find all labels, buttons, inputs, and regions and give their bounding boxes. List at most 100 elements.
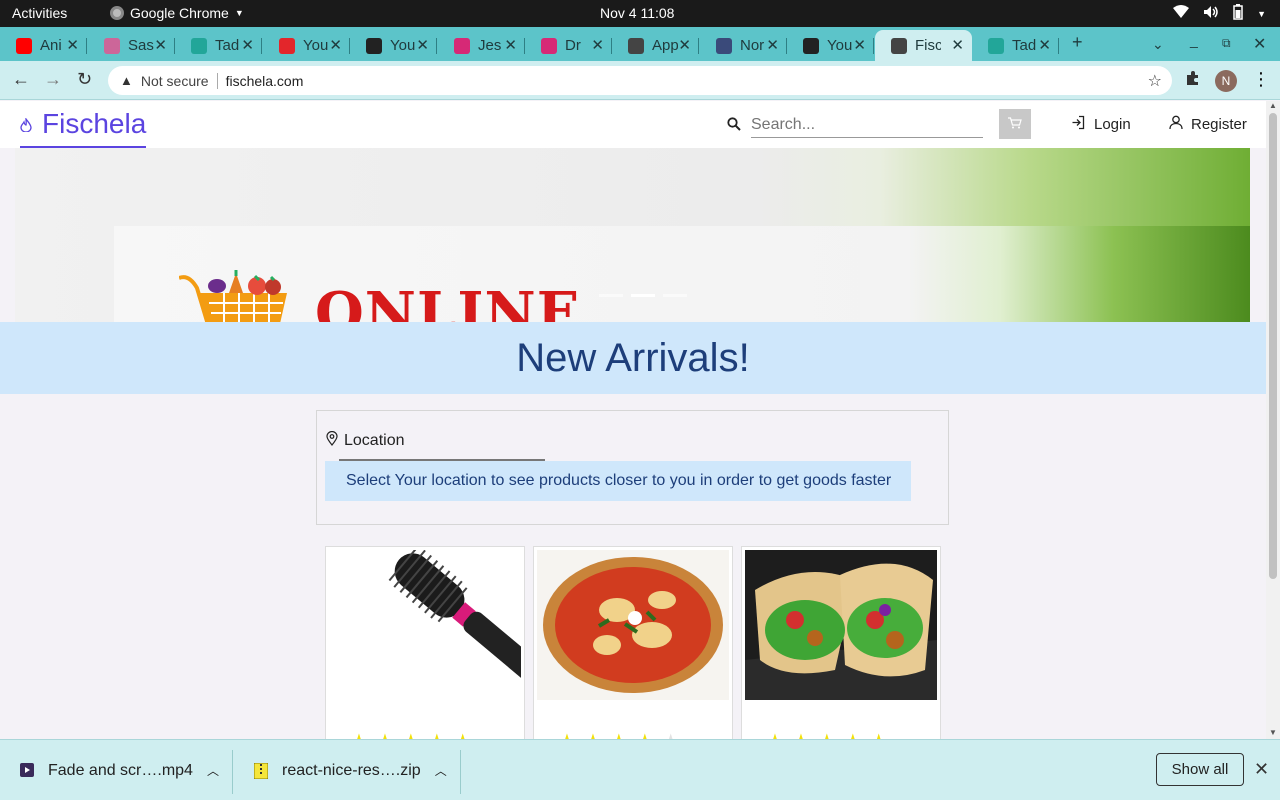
search-input[interactable] <box>751 112 983 138</box>
tab-search-chevron-icon[interactable]: ⌄ <box>1152 36 1164 53</box>
search-icon[interactable] <box>727 116 741 134</box>
site-navbar: Fischela Login Register <box>0 101 1266 148</box>
tab-title: Ani <box>40 37 62 54</box>
youtube-icon <box>16 37 32 54</box>
activities-button[interactable]: Activities <box>12 5 67 21</box>
close-tab-icon[interactable]: ✕ <box>416 36 429 54</box>
close-tab-icon[interactable]: ✕ <box>766 36 779 54</box>
brand-name: Fischela <box>42 107 147 139</box>
user-icon <box>1169 115 1183 134</box>
browser-tab[interactable]: Jes ✕ <box>438 30 525 61</box>
close-window-button[interactable]: ✕ <box>1253 34 1266 54</box>
globe-icon <box>628 37 644 54</box>
location-card: Location Select Your location to see pro… <box>316 410 949 525</box>
system-tray[interactable]: ▼ <box>1173 4 1266 23</box>
close-tab-icon[interactable]: ✕ <box>853 36 866 54</box>
browser-tab[interactable]: Tad ✕ <box>972 30 1059 61</box>
forward-arrow-icon[interactable]: → <box>44 69 62 90</box>
page-scrollbar[interactable]: ▲ ▼ <box>1266 101 1280 739</box>
power-menu-caret-icon: ▼ <box>1257 8 1266 19</box>
app-menu[interactable]: Google Chrome ▼ <box>110 5 244 21</box>
login-label: Login <box>1094 116 1131 133</box>
chevron-up-icon[interactable]: ︿ <box>435 762 447 779</box>
star-icon: ★ <box>454 729 472 739</box>
browser-tab[interactable]: You ✕ <box>350 30 437 61</box>
brand-link[interactable]: Fischela <box>20 101 147 148</box>
browser-tab[interactable]: App ✕ <box>612 30 699 61</box>
star-icon: ★ <box>558 729 576 739</box>
warning-triangle-icon[interactable]: ▲ <box>120 73 133 88</box>
restore-window-button[interactable]: ⧉ <box>1222 36 1231 51</box>
battery-icon <box>1233 4 1243 23</box>
kebab-menu-icon[interactable]: ⋮ <box>1252 69 1270 90</box>
minimize-window-button[interactable]: _ <box>1190 32 1198 48</box>
browser-tab[interactable]: Nor ✕ <box>700 30 787 61</box>
product-image-pizza[interactable] <box>537 550 729 700</box>
close-tab-icon[interactable]: ✕ <box>241 36 254 54</box>
security-label[interactable]: Not secure <box>141 73 209 89</box>
product-image-burrito-wrap[interactable] <box>745 550 937 700</box>
close-tab-icon[interactable]: ✕ <box>1038 36 1051 54</box>
close-tab-icon[interactable]: ✕ <box>329 36 342 54</box>
clock[interactable]: Nov 4 11:08 <box>600 5 674 21</box>
tab-title: App <box>652 37 678 54</box>
star-icon: ★ <box>610 729 628 739</box>
star-icon: ★ <box>376 729 394 739</box>
tab-title: Tad <box>1012 37 1037 54</box>
bookmark-star-icon[interactable]: ☆ <box>1148 71 1162 91</box>
close-tab-icon[interactable]: ✕ <box>951 36 964 54</box>
profile-avatar[interactable]: N <box>1215 70 1237 92</box>
browser-tab[interactable]: You ✕ <box>263 30 350 61</box>
browser-tab[interactable]: Tad ✕ <box>175 30 262 61</box>
sass-icon <box>104 37 120 54</box>
instagram-icon <box>541 37 557 54</box>
browser-tab[interactable]: Ani ✕ <box>0 30 87 61</box>
extensions-puzzle-icon[interactable] <box>1185 70 1201 91</box>
reload-icon[interactable]: ↻ <box>77 69 92 90</box>
close-tab-icon[interactable]: ✕ <box>154 36 167 54</box>
download-item[interactable]: Fade and scr….mp4 ︿ <box>20 740 233 800</box>
close-shelf-icon[interactable]: ✕ <box>1254 759 1269 780</box>
back-arrow-icon[interactable]: ← <box>12 69 30 90</box>
browser-tab[interactable]: Dr ✕ <box>525 30 612 61</box>
close-tab-icon[interactable]: ✕ <box>504 36 517 54</box>
download-filename: Fade and scr….mp4 <box>48 761 193 779</box>
close-tab-icon[interactable]: ✕ <box>591 36 604 54</box>
product-card[interactable]: ★ ★ ★ ★ ★ <box>533 546 733 739</box>
star-icon: ★ <box>428 729 446 739</box>
scrollbar-thumb[interactable] <box>1269 113 1277 579</box>
download-item[interactable]: react-nice-res….zip ︿ <box>253 740 461 800</box>
tab-title: Jes <box>478 37 502 54</box>
location-selector[interactable]: Location <box>326 430 405 451</box>
browser-tab[interactable]: Sas ✕ <box>88 30 175 61</box>
close-tab-icon[interactable]: ✕ <box>66 36 79 54</box>
cart-button[interactable] <box>999 109 1031 139</box>
wifi-icon <box>1173 5 1190 22</box>
login-link[interactable]: Login <box>1071 115 1131 134</box>
download-filename: react-nice-res….zip <box>282 761 421 779</box>
product-card[interactable]: ★ ★ ★ ★ ★ <box>741 546 941 739</box>
product-card[interactable]: ★ ★ ★ ★ ★ <box>325 546 525 739</box>
browser-tab[interactable]: You ✕ <box>787 30 874 61</box>
scroll-down-arrow-icon[interactable]: ▼ <box>1269 728 1277 737</box>
chevron-up-icon[interactable]: ︿ <box>207 762 219 779</box>
browser-tab[interactable]: Fisc ✕ <box>875 30 972 61</box>
tab-separator <box>86 38 87 54</box>
show-all-downloads-button[interactable]: Show all <box>1156 753 1244 786</box>
new-tab-button[interactable]: + <box>1072 32 1083 53</box>
product-image-hair-dryer-brush[interactable] <box>329 550 521 700</box>
close-tab-icon[interactable]: ✕ <box>678 36 691 54</box>
tab-title: Fisc <box>915 37 941 54</box>
star-icon: ★ <box>636 729 654 739</box>
carousel-indicator[interactable] <box>599 294 623 297</box>
scroll-up-arrow-icon[interactable]: ▲ <box>1269 101 1277 110</box>
url-text[interactable]: fischela.com <box>226 73 304 89</box>
hero-carousel[interactable]: ONLINE <box>15 148 1250 322</box>
register-link[interactable]: Register <box>1169 115 1247 134</box>
star-icon: ★ <box>350 729 368 739</box>
carousel-indicators <box>599 294 687 297</box>
carousel-indicator-active[interactable] <box>631 294 655 297</box>
address-bar[interactable]: ▲ Not secure fischela.com ☆ <box>108 66 1172 95</box>
star-icon: ★ <box>766 729 784 739</box>
carousel-indicator[interactable] <box>663 294 687 297</box>
